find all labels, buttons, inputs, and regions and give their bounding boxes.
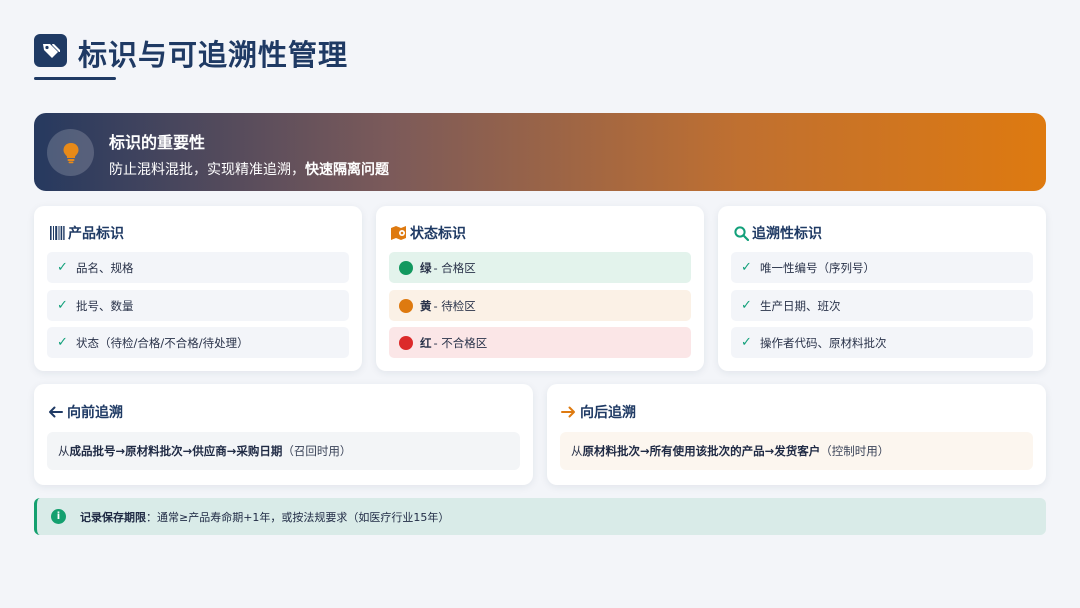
backward-trace-chain: 从原材料批次→所有使用该批次的产品→发货客户 （控制时用） (560, 432, 1033, 470)
red-dot-icon (399, 335, 413, 350)
item-text: 状态（待检/合格/不合格/待处理） (76, 335, 249, 350)
chain-text: 成品批号→原材料批次→供应商→采购日期 (69, 444, 283, 458)
chain-prefix: 从 (571, 444, 583, 458)
lightbulb-icon (47, 129, 94, 176)
list-item: ✓ 状态（待检/合格/不合格/待处理） (47, 327, 349, 358)
list-item: ✓ 生产日期、班次 (731, 290, 1033, 321)
search-icon (733, 225, 749, 241)
chain-note: （召回时用） (282, 444, 352, 458)
forward-trace-card: 向前追溯 从成品批号→原材料批次→供应商→采购日期 （召回时用） (34, 384, 533, 485)
status-row-green: 绿 - 合格区 (389, 252, 691, 283)
check-icon: ✓ (57, 298, 68, 313)
check-icon: ✓ (57, 335, 68, 350)
check-icon: ✓ (741, 335, 752, 350)
status-text: - 不合格区 (433, 335, 488, 350)
info-icon: i (51, 509, 66, 524)
status-color: 红 (420, 335, 432, 350)
status-row-yellow: 黄 - 待检区 (389, 290, 691, 321)
tag-icon (34, 34, 67, 67)
status-text: - 待检区 (433, 298, 476, 313)
status-row-red: 红 - 不合格区 (389, 327, 691, 358)
backward-trace-heading: 向后追溯 (561, 402, 636, 422)
banner-subtitle: 防止混料混批，实现精准追溯，快速隔离问题 (109, 162, 389, 178)
retention-text: ：通常≥产品寿命期+1年，或按法规要求（如医疗行业15年） (146, 510, 450, 524)
yellow-dot-icon (399, 298, 413, 313)
retention-label: 记录保存期限 (80, 510, 146, 524)
item-text: 批号、数量 (76, 298, 134, 313)
status-color: 绿 (420, 260, 432, 275)
list-item: ✓ 批号、数量 (47, 290, 349, 321)
traceability-id-title: 追溯性标识 (752, 226, 822, 242)
product-id-title: 产品标识 (68, 226, 124, 242)
list-item: ✓ 操作者代码、原材料批次 (731, 327, 1033, 358)
list-item: ✓ 唯一性编号（序列号） (731, 252, 1033, 283)
item-text: 唯一性编号（序列号） (760, 260, 875, 275)
chain-prefix: 从 (58, 444, 70, 458)
retention-note: i 记录保存期限 ：通常≥产品寿命期+1年，或按法规要求（如医疗行业15年） (34, 498, 1046, 535)
list-item: ✓ 品名、规格 (47, 252, 349, 283)
traceability-id-heading: 追溯性标识 (733, 223, 822, 243)
check-icon: ✓ (741, 298, 752, 313)
chain-note: （控制时用） (820, 444, 890, 458)
check-icon: ✓ (741, 260, 752, 275)
item-text: 品名、规格 (76, 260, 134, 275)
forward-trace-title: 向前追溯 (67, 405, 123, 421)
item-text: 生产日期、班次 (760, 298, 841, 313)
status-text: - 合格区 (433, 260, 476, 275)
status-id-heading: 状态标识 (391, 223, 466, 243)
barcode-icon (49, 225, 65, 241)
page-title: 标识与可追溯性管理 (78, 38, 349, 72)
forward-trace-chain: 从成品批号→原材料批次→供应商→采购日期 （召回时用） (47, 432, 520, 470)
backward-trace-card: 向后追溯 从原材料批次→所有使用该批次的产品→发货客户 （控制时用） (547, 384, 1046, 485)
item-text: 操作者代码、原材料批次 (760, 335, 887, 350)
forward-trace-heading: 向前追溯 (48, 402, 123, 422)
status-id-title: 状态标识 (410, 226, 466, 242)
status-id-card: 状态标识 绿 - 合格区 黄 - 待检区 红 - 不合格区 (376, 206, 704, 371)
backward-trace-title: 向后追溯 (580, 405, 636, 421)
map-pin-icon (391, 225, 407, 241)
green-dot-icon (399, 260, 413, 275)
title-underline (34, 77, 116, 80)
traceability-id-card: 追溯性标识 ✓ 唯一性编号（序列号） ✓ 生产日期、班次 ✓ 操作者代码、原材料批次 (718, 206, 1046, 371)
product-id-heading: 产品标识 (49, 223, 124, 243)
status-color: 黄 (420, 298, 432, 313)
chain-text: 原材料批次→所有使用该批次的产品→发货客户 (582, 444, 821, 458)
arrow-left-icon (48, 406, 63, 418)
product-id-card: 产品标识 ✓ 品名、规格 ✓ 批号、数量 ✓ 状态（待检/合格/不合格/待处理） (34, 206, 362, 371)
check-icon: ✓ (57, 260, 68, 275)
importance-banner: 标识的重要性 防止混料混批，实现精准追溯，快速隔离问题 (34, 113, 1046, 191)
arrow-right-icon (561, 406, 576, 418)
banner-title: 标识的重要性 (109, 133, 206, 152)
